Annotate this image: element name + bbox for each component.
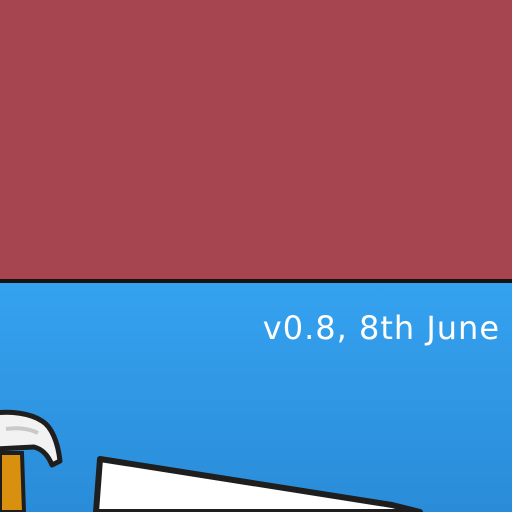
character-cap-icon bbox=[0, 409, 63, 512]
game-title-screen: v0.8, 8th June bbox=[0, 0, 512, 512]
paper-sign-icon bbox=[93, 456, 423, 512]
title-artwork bbox=[0, 409, 423, 512]
top-panel bbox=[0, 0, 512, 280]
